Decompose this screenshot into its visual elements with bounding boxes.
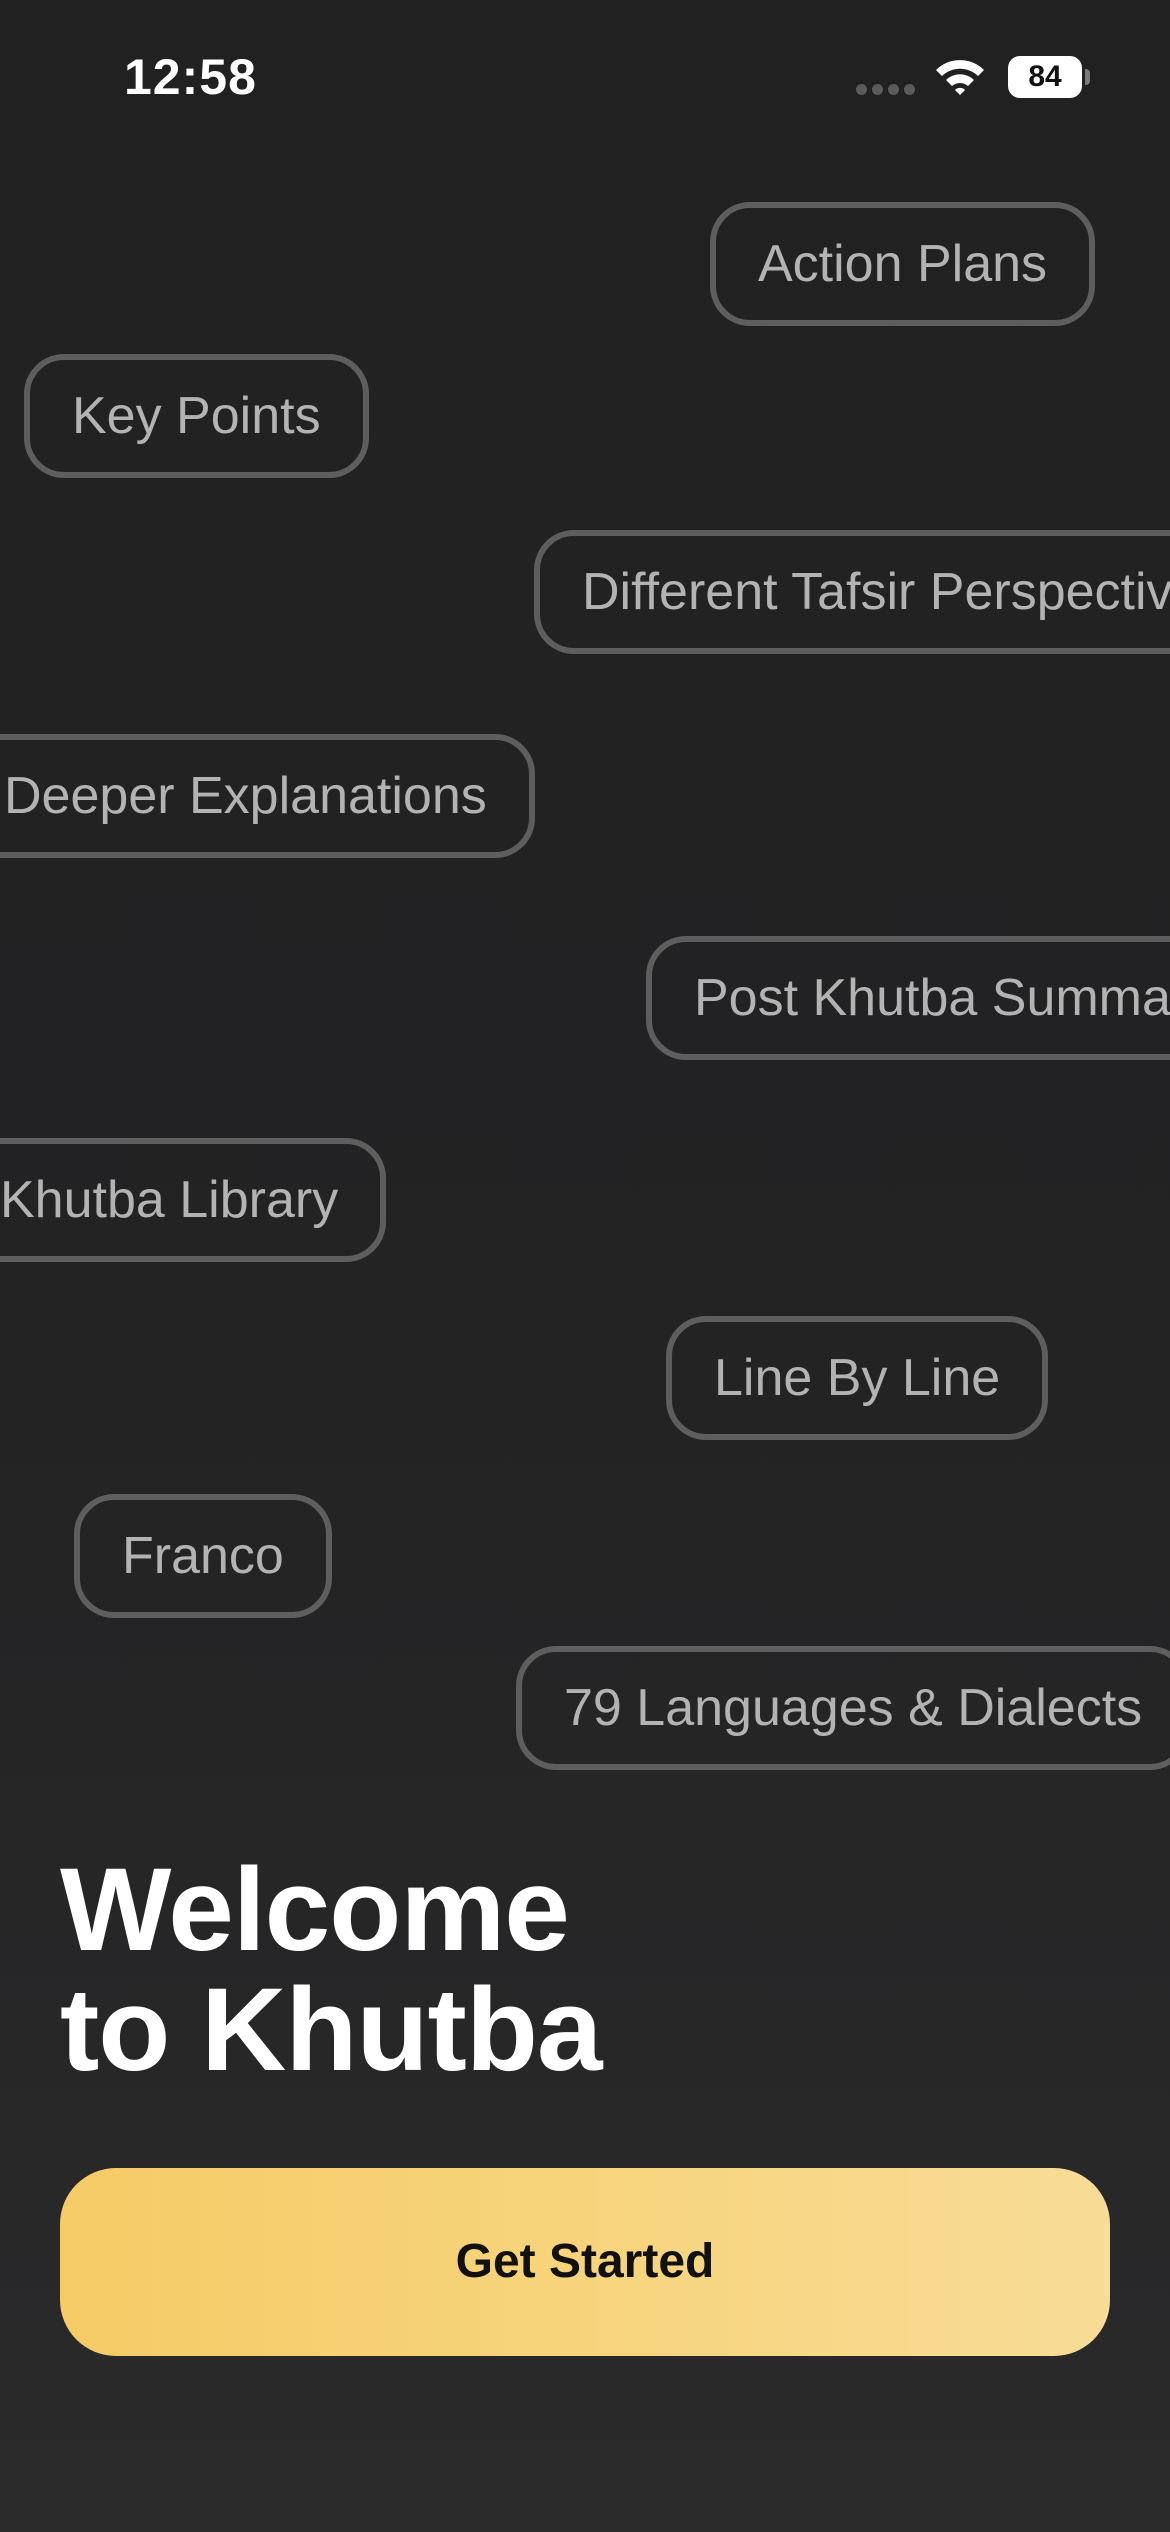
chip-line-by-line: Line By Line <box>666 1316 1049 1440</box>
welcome-title: Welcome to Khutba <box>60 1850 1110 2090</box>
chip-post-khutba-summary: Post Khutba Summary <box>646 936 1170 1060</box>
get-started-button[interactable]: Get Started <box>60 2168 1110 2356</box>
chip-franco: Franco <box>74 1494 332 1618</box>
chip-deeper-explanations: Deeper Explanations <box>0 734 535 858</box>
status-time: 12:58 <box>124 49 257 105</box>
battery-level: 84 <box>1028 60 1062 93</box>
welcome-title-line-2: to Khutba <box>60 1964 603 2096</box>
chip-khutba-library: Khutba Library <box>0 1138 387 1262</box>
wifi-icon <box>936 60 984 95</box>
battery-icon: 84 <box>1008 56 1090 98</box>
chip-different-tafsir-perspectives: Different Tafsir Perspectives <box>534 530 1170 654</box>
cellular-signal-icon <box>856 84 916 96</box>
chip-79-languages-dialects: 79 Languages & Dialects <box>516 1646 1170 1770</box>
feature-chip-cloud: Action Plans Key Points Different Tafsir… <box>0 150 1170 1810</box>
welcome-title-line-1: Welcome <box>60 1844 570 1976</box>
chip-action-plans: Action Plans <box>710 202 1096 326</box>
chip-key-points: Key Points <box>24 354 369 478</box>
status-bar: 12:58 84 <box>0 0 1170 150</box>
